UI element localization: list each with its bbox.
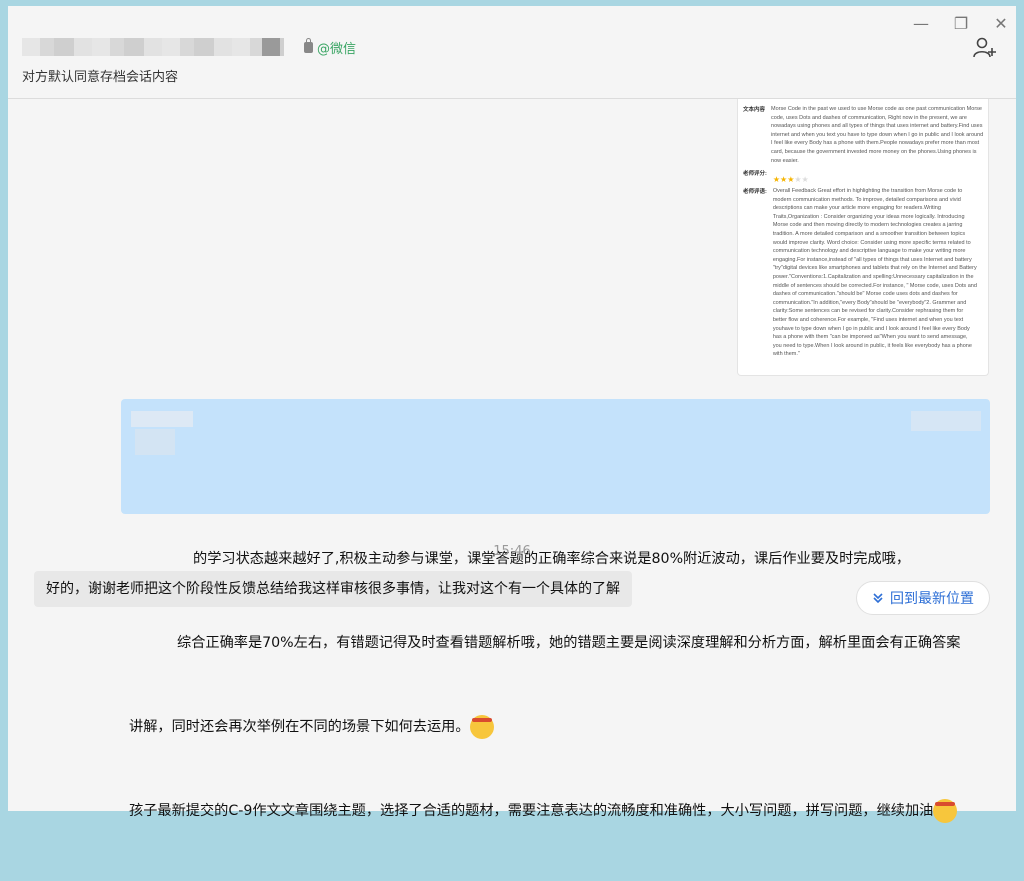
message-line: 孩子最新提交的C-9作文文章围绕主题，选择了合适的题材，需要注意表达的流畅度和准… [129, 797, 982, 825]
star-icon: ★ [801, 175, 809, 184]
student-name-redacted [131, 411, 193, 427]
comment-label: 老师评语: [743, 189, 767, 195]
star-icon: ★ [772, 175, 781, 184]
jump-button-label: 回到最新位置 [890, 591, 974, 607]
outgoing-message-bubble[interactable]: 的学习状态越来越好了,积极主动参与课堂，课堂答题的正确率综合来说是80%附近波动… [121, 399, 990, 823]
contact-name-redacted [22, 38, 284, 56]
student-name-redacted [135, 429, 175, 455]
message-line: 讲解，同时还会再次举例在不同的场景下如何去运用。 [129, 713, 982, 741]
chat-window: — ❐ ✕ @微信 对方默认同意存档会话内容 文本内容 Morse Code i… [8, 6, 1016, 823]
double-chevron-down-icon [873, 593, 883, 604]
message-line: 综合正确率是70%左右，有错题记得及时查看错题解析哦，她的错题主要是阅读深度理解… [177, 635, 961, 651]
chat-header: — ❐ ✕ @微信 对方默认同意存档会话内容 [8, 6, 1016, 99]
student-name-redacted [911, 411, 981, 431]
message-line-text: 讲解，同时还会再次举例在不同的场景下如何去运用。 [129, 719, 470, 735]
jump-to-latest-button[interactable]: 回到最新位置 [856, 581, 990, 615]
message-list[interactable]: 文本内容 Morse Code in the past we used to u… [8, 99, 1016, 823]
message-line-text: 孩子最新提交的C-9作文文章围绕主题，选择了合适的题材，需要注意表达的流畅度和准… [129, 803, 934, 819]
message-timestamp: 15:46 [493, 544, 531, 559]
restore-button[interactable]: ❐ [948, 12, 974, 36]
feedback-document-card[interactable]: 文本内容 Morse Code in the past we used to u… [737, 99, 989, 376]
star-icon: ★ [794, 175, 802, 184]
star-rating: ★★★★★ [773, 169, 809, 187]
hardworking-emoji-icon [469, 715, 494, 739]
add-user-icon[interactable] [972, 36, 998, 60]
wechat-source-tag: @微信 [304, 38, 356, 57]
archive-notice: 对方默认同意存档会话内容 [22, 70, 179, 85]
close-button[interactable]: ✕ [988, 12, 1014, 36]
incoming-message-bubble[interactable]: 好的，谢谢老师把这个阶段性反馈总结给我这样审核很多事情，让我对这个有一个具体的了… [34, 571, 632, 607]
rating-label: 老师评分: [743, 171, 767, 177]
lock-icon [304, 38, 313, 53]
content-label: 文本内容 [743, 107, 766, 113]
hardworking-emoji-icon [933, 799, 958, 823]
minimize-button[interactable]: — [908, 12, 934, 36]
comment-text: Overall Feedback Great effort in highlig… [772, 188, 977, 358]
source-tag-label: @微信 [317, 42, 357, 57]
content-text: Morse Code in the past we used to use Mo… [771, 106, 984, 164]
